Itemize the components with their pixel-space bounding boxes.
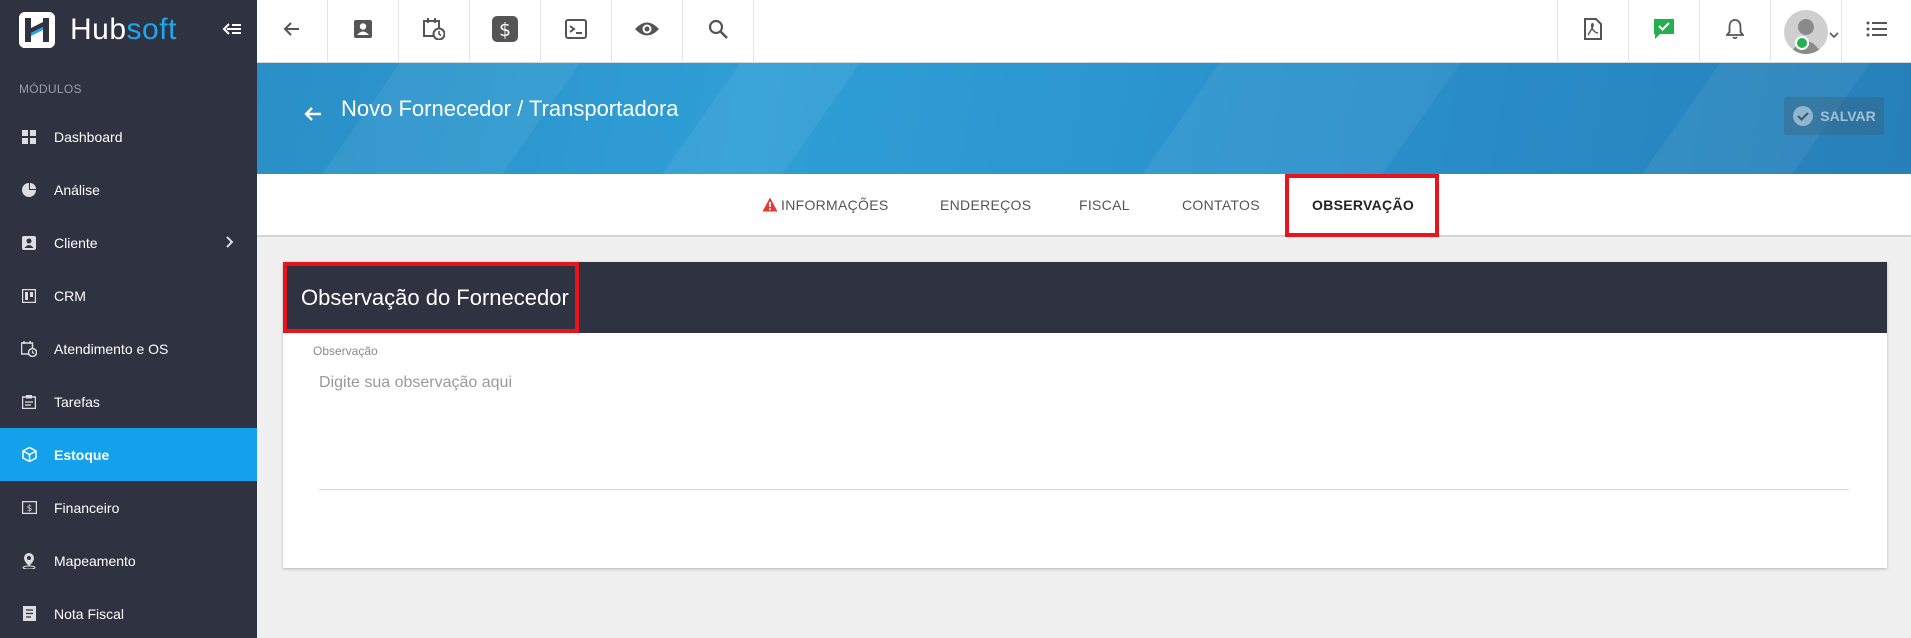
tab-label: INFORMAÇÕES	[781, 196, 889, 213]
sidebar-item-estoque[interactable]: Estoque	[0, 428, 257, 481]
sidebar-item-mapeamento[interactable]: Mapeamento	[0, 534, 257, 587]
bell-icon	[1725, 18, 1745, 45]
sidebar-item-financeiro[interactable]: $ Financeiro	[0, 481, 257, 534]
sidebar-item-dashboard[interactable]: Dashboard	[0, 110, 257, 163]
sidebar-item-label: Estoque	[54, 446, 110, 463]
page-header-banner: Novo Fornecedor / Transportadora SALVAR	[257, 63, 1911, 174]
back-arrow-icon	[282, 19, 302, 44]
search-icon	[708, 19, 728, 44]
task-clipboard-icon	[21, 394, 37, 410]
save-button[interactable]: SALVAR	[1784, 97, 1884, 135]
online-status-dot	[1795, 36, 1809, 50]
sidebar-item-label: Cliente	[54, 234, 98, 251]
eye-icon	[634, 20, 660, 43]
sidebar-item-nota-fiscal[interactable]: Nota Fiscal	[0, 587, 257, 638]
logo-text-soft: soft	[126, 13, 177, 46]
contact-card-icon	[21, 235, 37, 251]
sidebar-item-cliente[interactable]: Cliente	[0, 216, 257, 269]
menu-list-button[interactable]	[1841, 0, 1911, 63]
user-menu-button[interactable]	[1770, 0, 1841, 63]
finance-shortcut-button[interactable]: $	[470, 0, 541, 63]
warning-icon	[762, 197, 778, 212]
monitor-shortcut-button[interactable]	[612, 0, 683, 63]
crm-board-icon	[21, 288, 37, 304]
banner-back-icon[interactable]	[302, 103, 324, 125]
observation-textarea[interactable]	[319, 368, 1849, 490]
chat-check-icon	[1653, 18, 1675, 45]
top-toolbar: $	[257, 0, 1911, 63]
svg-text:$: $	[26, 504, 32, 514]
chat-check-button[interactable]	[1628, 0, 1699, 63]
logo-text-hub: Hub	[70, 13, 127, 46]
notifications-button[interactable]	[1699, 0, 1770, 63]
check-circle-icon	[1792, 105, 1814, 127]
sidebar-item-analise[interactable]: Análise	[0, 163, 257, 216]
tab-enderecos[interactable]: ENDEREÇOS	[940, 174, 1031, 235]
collapse-sidebar-icon[interactable]	[221, 18, 243, 40]
logo-bar: Hubsoft	[0, 0, 257, 60]
sidebar-item-label: Atendimento e OS	[54, 340, 169, 357]
pdf-icon	[1584, 18, 1602, 45]
chevron-right-icon	[225, 235, 235, 249]
terminal-shortcut-button[interactable]	[541, 0, 612, 63]
tab-contatos[interactable]: CONTATOS	[1182, 174, 1260, 235]
observation-field-label: Observação	[313, 344, 378, 358]
sidebar-item-label: Análise	[54, 181, 100, 198]
pie-chart-icon	[21, 182, 37, 198]
highlight-box-tab	[1285, 174, 1439, 237]
sidebar-item-label: CRM	[54, 287, 86, 304]
sidebar-item-label: Tarefas	[54, 393, 100, 410]
sidebar-item-label: Financeiro	[54, 499, 120, 516]
page-title: Novo Fornecedor / Transportadora	[341, 96, 679, 121]
sidebar-section-label: MÓDULOS	[19, 82, 82, 96]
sidebar-item-label: Mapeamento	[54, 552, 136, 569]
tab-informacoes[interactable]: INFORMAÇÕES	[762, 174, 889, 235]
search-button[interactable]	[683, 0, 754, 63]
sidebar-item-crm[interactable]: CRM	[0, 269, 257, 322]
back-button[interactable]	[257, 0, 328, 63]
contact-card-icon	[353, 19, 373, 44]
clients-shortcut-button[interactable]	[328, 0, 399, 63]
sidebar-item-label: Nota Fiscal	[54, 605, 125, 622]
tab-label: FISCAL	[1079, 196, 1130, 213]
calendar-clock-icon	[21, 340, 37, 357]
sidebar-item-label: Dashboard	[54, 128, 123, 145]
tab-label: CONTATOS	[1182, 196, 1260, 213]
chevron-down-icon	[1829, 26, 1839, 44]
dashboard-grid-icon	[21, 129, 37, 145]
tab-fiscal[interactable]: FISCAL	[1079, 174, 1130, 235]
form-tabs: INFORMAÇÕES ENDEREÇOS FISCAL CONTATOS OB…	[257, 174, 1911, 237]
sidebar-item-atendimento-os[interactable]: Atendimento e OS	[0, 322, 257, 375]
map-pin-icon	[21, 552, 37, 569]
logo-text: Hubsoft	[70, 13, 177, 47]
dollar-icon: $	[492, 16, 518, 47]
svg-text:$: $	[499, 19, 511, 41]
save-button-label: SALVAR	[1820, 108, 1876, 124]
terminal-icon	[565, 19, 587, 44]
invoice-doc-icon	[21, 606, 37, 622]
calendar-clock-icon	[423, 18, 446, 45]
hubsoft-logo-icon[interactable]	[19, 12, 55, 48]
package-box-icon	[21, 447, 37, 463]
tab-label: ENDEREÇOS	[940, 196, 1032, 213]
schedule-shortcut-button[interactable]	[399, 0, 470, 63]
menu-list-icon	[1866, 20, 1888, 43]
pdf-button[interactable]	[1557, 0, 1628, 63]
sidebar-item-tarefas[interactable]: Tarefas	[0, 375, 257, 428]
highlight-box-card-title	[283, 262, 579, 333]
money-bill-icon: $	[21, 500, 37, 516]
sidebar: Hubsoft MÓDULOS Dashboard Análise Client…	[0, 0, 257, 638]
